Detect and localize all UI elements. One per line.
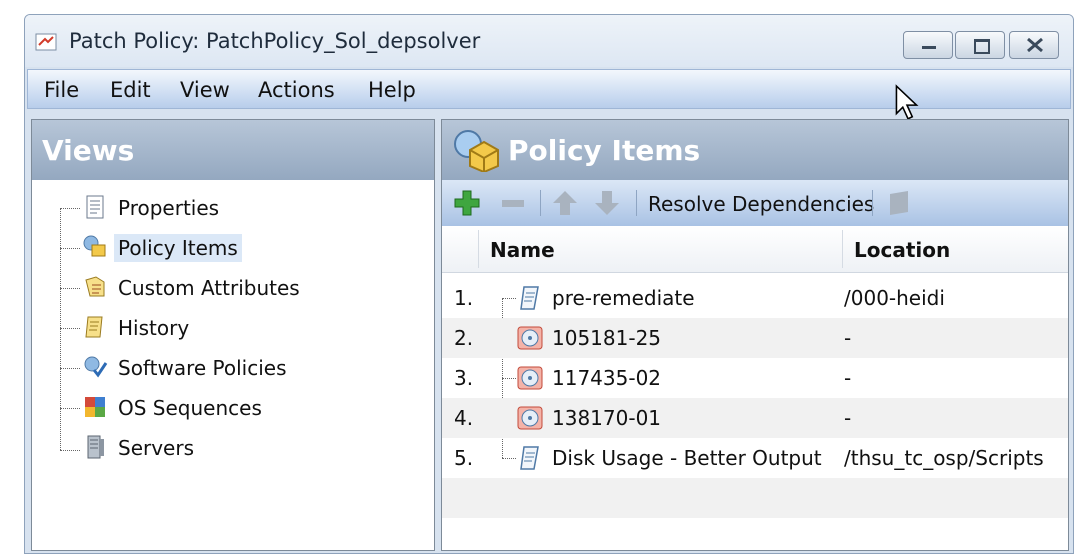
table-row[interactable]: 3. 117435-02 - <box>442 358 1068 398</box>
policy-items-title: Policy Items <box>508 134 701 167</box>
item-properties-icon[interactable] <box>884 188 914 218</box>
close-icon <box>1027 37 1043 53</box>
row-location: /thsu_tc_osp/Scripts <box>844 446 1044 470</box>
row-name: 117435-02 <box>552 366 662 390</box>
maximize-icon <box>974 39 990 54</box>
policy-items-panel: Policy Items Resolve Dependencies Name L… <box>441 119 1069 551</box>
script-icon <box>520 286 539 310</box>
row-number: 2. <box>454 326 474 350</box>
minimize-icon <box>922 46 936 49</box>
row-number: 1. <box>454 286 474 310</box>
views-item-properties[interactable]: Properties <box>114 194 223 222</box>
history-icon <box>85 316 103 338</box>
row-number: 4. <box>454 406 474 430</box>
custom-attributes-icon <box>85 276 105 297</box>
column-separator <box>478 230 479 268</box>
move-up-icon[interactable] <box>550 188 580 218</box>
maximize-button[interactable] <box>955 31 1005 59</box>
row-location: - <box>844 326 852 350</box>
table-header: Name Location <box>442 226 1068 273</box>
row-location: /000-heidi <box>844 286 945 310</box>
toolbar-separator <box>636 190 637 216</box>
menu-actions[interactable]: Actions <box>258 78 335 102</box>
views-header: Views <box>32 120 434 180</box>
tree-connector <box>60 368 80 369</box>
row-name: 138170-01 <box>552 406 662 430</box>
tree-connector <box>60 208 80 209</box>
app-icon <box>35 33 57 51</box>
add-icon[interactable] <box>452 188 482 218</box>
row-location: - <box>844 406 852 430</box>
toolbar-separator <box>872 190 873 216</box>
tree-connector <box>60 408 80 409</box>
views-item-software-policies[interactable]: Software Policies <box>114 354 291 382</box>
policy-items-header: Policy Items <box>442 120 1068 180</box>
menu-view[interactable]: View <box>180 78 230 102</box>
row-name: pre-remediate <box>552 286 695 310</box>
tree-connector <box>60 248 80 249</box>
tree-connector <box>60 328 80 329</box>
views-title: Views <box>42 134 135 167</box>
remove-icon[interactable] <box>498 188 528 218</box>
script-icon <box>520 446 539 470</box>
row-location: - <box>844 366 852 390</box>
tree-connector <box>60 288 80 289</box>
properties-icon <box>86 195 104 219</box>
policy-items-header-icon <box>454 130 499 172</box>
patch-icon <box>517 406 543 430</box>
minimize-button[interactable] <box>903 31 953 59</box>
tree-connector <box>60 208 61 450</box>
views-item-policy-items[interactable]: Policy Items <box>114 234 242 262</box>
table-row-empty <box>442 478 1068 518</box>
resolve-dependencies-button[interactable]: Resolve Dependencies <box>648 192 874 216</box>
table-row[interactable]: 4. 138170-01 - <box>442 398 1068 438</box>
table-row[interactable]: 1. pre-remediate /000-heidi <box>442 278 1068 318</box>
views-item-history[interactable]: History <box>114 314 193 342</box>
row-number: 3. <box>454 366 474 390</box>
views-panel: Views Properties Policy Items Custom Att… <box>31 119 435 551</box>
software-policies-icon <box>84 356 108 378</box>
table-row[interactable]: 5. Disk Usage - Better Output /thsu_tc_o… <box>442 438 1068 478</box>
move-down-icon[interactable] <box>592 188 622 218</box>
tree-connector <box>60 450 80 451</box>
window-title: Patch Policy: PatchPolicy_Sol_depsolver <box>69 29 481 53</box>
close-button[interactable] <box>1009 31 1059 59</box>
menu-help[interactable]: Help <box>368 78 416 102</box>
row-name: Disk Usage - Better Output <box>552 446 822 470</box>
row-name: 105181-25 <box>552 326 662 350</box>
toolbar-separator <box>540 190 541 216</box>
column-header-name[interactable]: Name <box>490 238 555 262</box>
title-bar: Patch Policy: PatchPolicy_Sol_depsolver <box>25 15 1073 67</box>
views-item-os-sequences[interactable]: OS Sequences <box>114 394 266 422</box>
views-item-custom-attributes[interactable]: Custom Attributes <box>114 274 304 302</box>
row-number: 5. <box>454 446 474 470</box>
os-sequences-icon <box>85 397 105 417</box>
menu-bar: File Edit View Actions Help <box>27 69 1071 120</box>
views-item-servers[interactable]: Servers <box>114 434 198 462</box>
menu-file[interactable]: File <box>44 78 79 102</box>
patch-policy-window: Patch Policy: PatchPolicy_Sol_depsolver … <box>24 14 1074 554</box>
column-header-location[interactable]: Location <box>854 238 950 262</box>
mouse-cursor-icon <box>895 84 919 120</box>
table-row[interactable]: 2. 105181-25 - <box>442 318 1068 358</box>
patch-icon <box>517 366 543 390</box>
menu-edit[interactable]: Edit <box>110 78 151 102</box>
policy-items-icon <box>83 235 106 257</box>
policy-items-toolbar: Resolve Dependencies <box>442 180 1068 227</box>
column-separator <box>842 230 843 268</box>
patch-icon <box>517 326 543 350</box>
servers-icon <box>87 435 104 459</box>
